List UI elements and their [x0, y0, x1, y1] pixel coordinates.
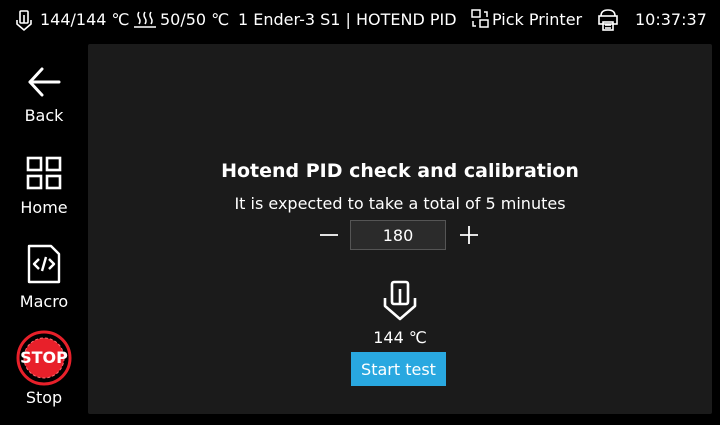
increase-button[interactable] — [454, 220, 484, 250]
hotend-temp: 144/144 ℃ — [40, 10, 130, 29]
stop-icon-text: STOP — [20, 348, 68, 367]
decrease-button[interactable] — [314, 220, 344, 250]
pick-printer-label: Pick Printer — [492, 9, 583, 29]
macro-code-icon — [26, 244, 62, 288]
sidebar: Back Home Macro STOP Stop — [0, 40, 88, 425]
pid-calibration-panel: Hotend PID check and calibration It is e… — [88, 44, 712, 414]
minus-icon — [320, 234, 338, 236]
hotend-thermometer-icon — [380, 280, 420, 322]
hotend-thermometer-icon — [14, 10, 34, 32]
home-button[interactable]: Home — [0, 156, 88, 217]
back-arrow-icon — [26, 66, 62, 102]
current-temp: 144 ℃ — [373, 328, 427, 347]
status-bar: 144/144 ℃ 50/50 ℃ 1 Ender-3 S1 | HOTEND … — [0, 0, 720, 40]
duration-note: It is expected to take a total of 5 minu… — [234, 194, 566, 213]
switch-printer-icon — [470, 8, 490, 30]
clock: 10:37:37 — [635, 10, 707, 29]
plus-icon — [460, 226, 478, 244]
stop-icon: STOP — [16, 330, 72, 386]
home-label: Home — [20, 198, 68, 217]
heated-bed-icon — [133, 9, 157, 31]
bed-temp: 50/50 ℃ — [160, 10, 230, 29]
pick-printer-button[interactable]: Pick Printer — [470, 8, 582, 30]
stop-button[interactable]: STOP Stop — [0, 330, 88, 407]
target-temp-input[interactable] — [350, 220, 446, 250]
macro-label: Macro — [19, 292, 69, 311]
page-title: Hotend PID check and calibration — [221, 160, 579, 182]
back-button[interactable]: Back — [0, 66, 88, 125]
macro-button[interactable]: Macro — [0, 244, 88, 311]
start-test-button[interactable]: Start test — [351, 352, 446, 386]
printer-icon — [596, 8, 620, 32]
back-label: Back — [24, 106, 64, 125]
printer-title: 1 Ender-3 S1 | HOTEND PID — [238, 10, 457, 29]
stop-label: Stop — [25, 388, 63, 407]
grid-home-icon — [26, 156, 62, 194]
